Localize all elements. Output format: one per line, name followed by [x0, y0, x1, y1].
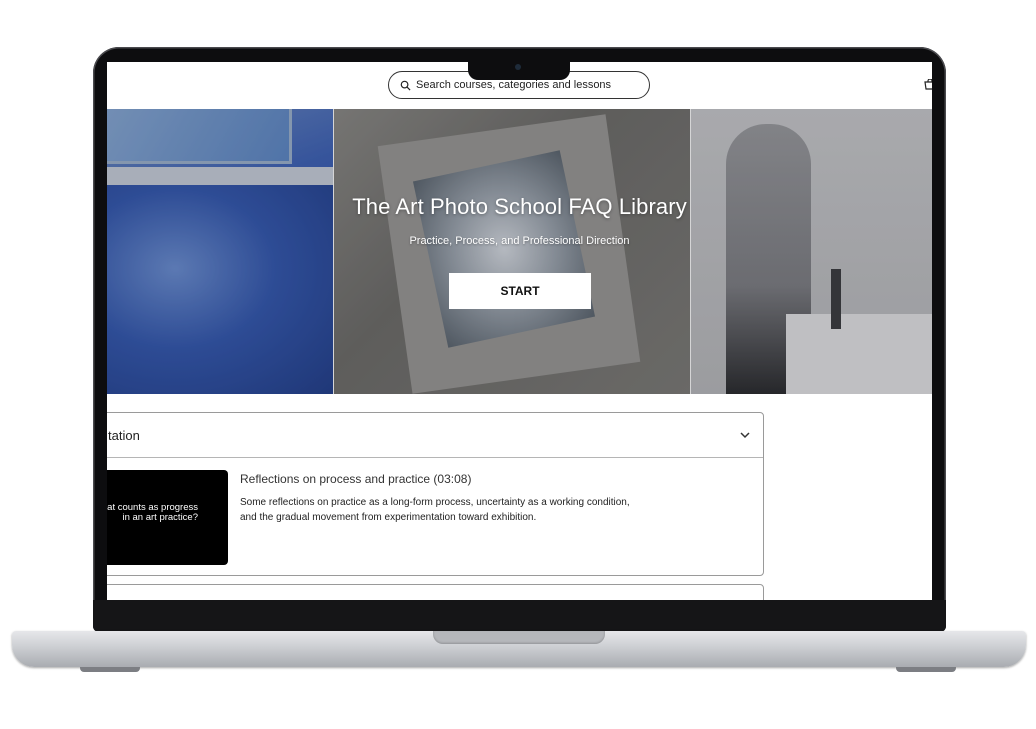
laptop-opening-notch [433, 631, 605, 644]
search-icon [400, 80, 411, 91]
lesson-thumbnail[interactable]: at counts as progress in an art practice… [107, 470, 228, 565]
thumbnail-caption: at counts as progress in an art practice… [107, 502, 198, 523]
camera-notch [468, 60, 570, 80]
accordion-section-title: tation [108, 428, 140, 443]
laptop-bezel [93, 600, 946, 632]
hero-banner: The Art Photo School FAQ Library Practic… [107, 109, 932, 394]
course-accordion: tation at counts as progress in an art p… [107, 412, 764, 576]
hero-title: The Art Photo School FAQ Library [352, 194, 687, 219]
start-button[interactable]: START [449, 273, 591, 309]
accordion-header[interactable]: tation [107, 413, 763, 458]
lesson-title[interactable]: Reflections on process and practice (03:… [240, 472, 471, 486]
chevron-down-icon[interactable] [739, 429, 751, 441]
laptop-screen: The Art Photo School FAQ Library Practic… [107, 62, 932, 600]
lesson-description: Some reflections on practice as a long-f… [240, 497, 630, 523]
laptop-foot-right [896, 667, 956, 672]
next-accordion-item[interactable] [107, 584, 764, 600]
hero-overlay [107, 109, 932, 394]
webcam [515, 64, 521, 70]
hero-subtitle: Practice, Process, and Professional Dire… [409, 235, 630, 247]
laptop-foot-left [80, 667, 140, 672]
search-input[interactable] [416, 79, 636, 91]
cart-icon[interactable] [924, 79, 932, 91]
